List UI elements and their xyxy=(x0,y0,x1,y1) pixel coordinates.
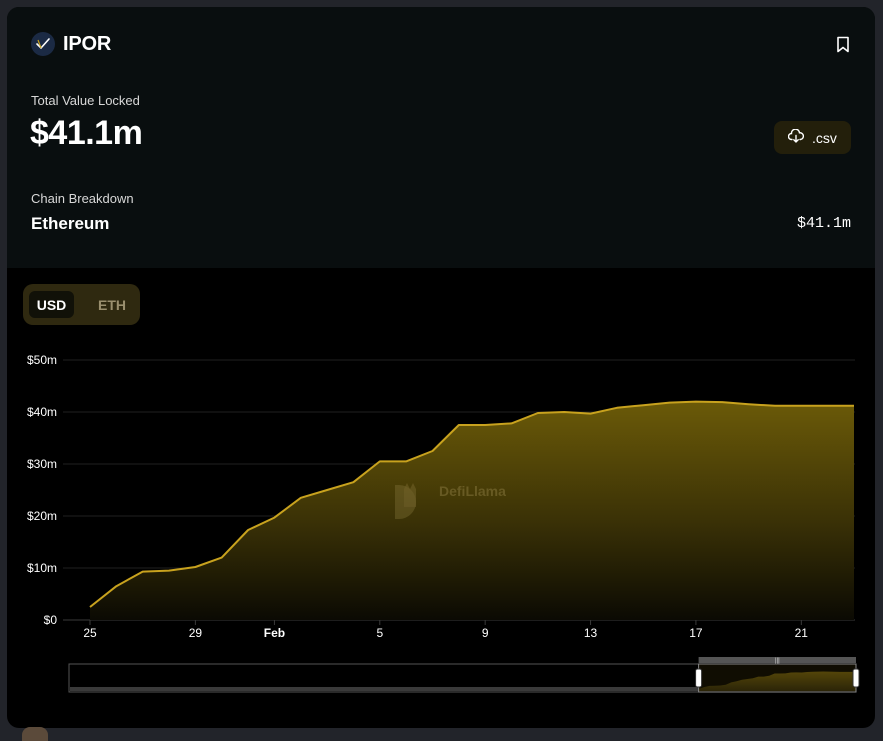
y-tick-label: $0 xyxy=(44,613,58,627)
x-axis: 25 29 Feb 5 9 13 17 21 xyxy=(83,620,808,640)
x-tick-label: 17 xyxy=(689,626,703,640)
tvl-area-fill xyxy=(90,401,854,620)
x-tick-label: 29 xyxy=(189,626,203,640)
y-tick-label: $10m xyxy=(27,561,57,575)
zoom-unselected-bar xyxy=(70,687,699,691)
zoom-slider[interactable]: ||| xyxy=(68,657,860,693)
y-axis: $0 $10m $20m $30m $40m $50m xyxy=(27,353,57,627)
avatar xyxy=(22,727,48,741)
x-tick-label: 25 xyxy=(83,626,97,640)
x-tick-label: 5 xyxy=(376,626,383,640)
zoom-grip-icon: ||| xyxy=(775,658,780,664)
tvl-chart[interactable]: DefiLlama $0 $10m $20m $30m $40m $50m 25 29 Feb… xyxy=(7,7,875,728)
y-tick-label: $30m xyxy=(27,457,57,471)
x-tick-label: 21 xyxy=(795,626,809,640)
zoom-selection-window[interactable] xyxy=(698,663,857,693)
x-tick-label: 13 xyxy=(584,626,598,640)
zoom-handle[interactable] xyxy=(695,668,703,688)
x-tick-label: Feb xyxy=(264,626,285,640)
chart-area xyxy=(89,400,854,620)
x-tick-label: 9 xyxy=(482,626,489,640)
zoom-handle[interactable] xyxy=(852,668,860,688)
y-tick-label: $20m xyxy=(27,509,57,523)
y-tick-label: $40m xyxy=(27,405,57,419)
protocol-card: IPOR Total Value Locked $41.1m .csv Chai… xyxy=(7,7,875,728)
watermark-text: DefiLlama xyxy=(439,483,506,499)
y-tick-label: $50m xyxy=(27,353,57,367)
